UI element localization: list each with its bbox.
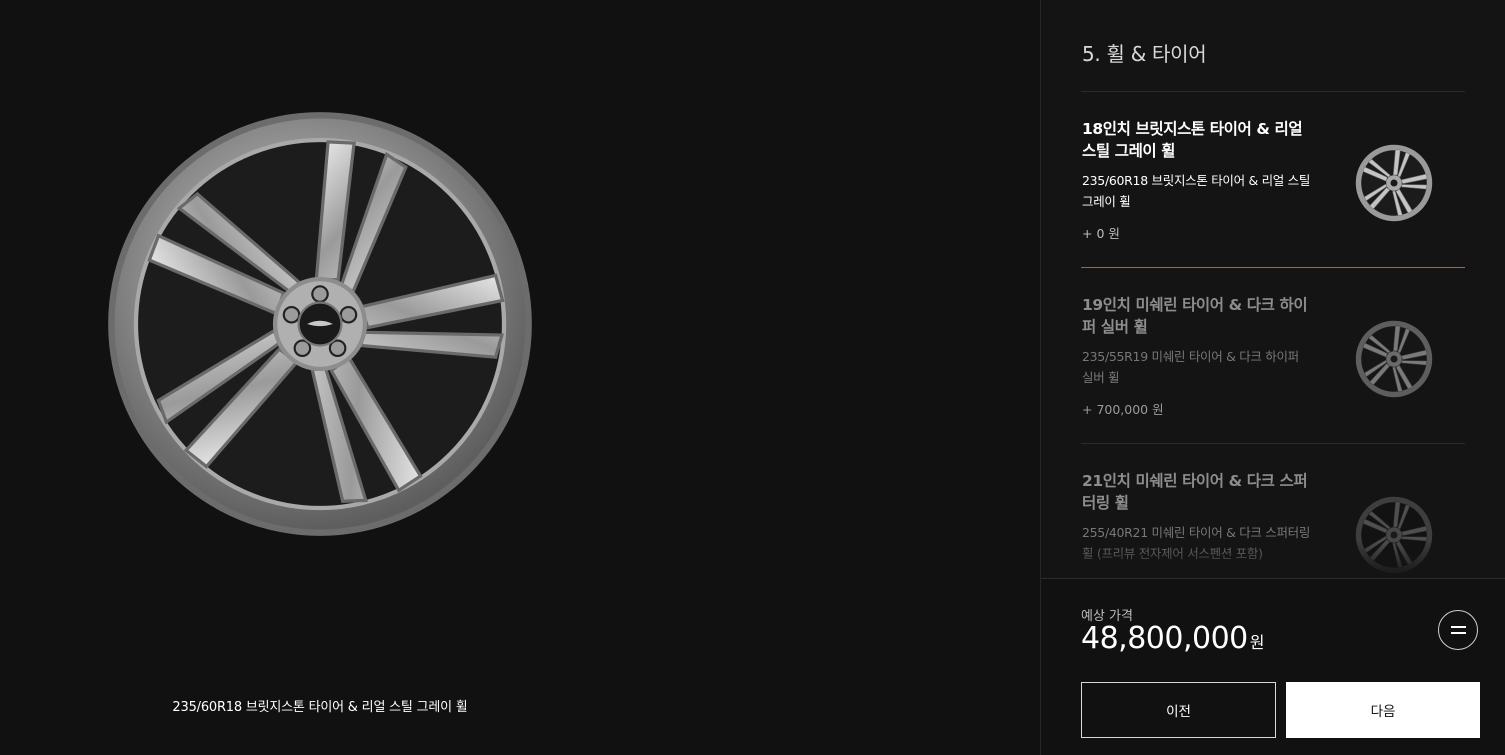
prev-button[interactable]: 이전 <box>1081 682 1276 738</box>
next-button[interactable]: 다음 <box>1286 682 1480 738</box>
estimated-price: 48,800,000 원 <box>1081 621 1265 656</box>
price-summary-bar: 예상 가격 48,800,000 원 이전 다음 <box>1041 578 1505 755</box>
option-title: 19인치 미쉐린 타이어 & 다크 하이퍼 실버 휠 <box>1082 296 1308 336</box>
wheel-option-21-inch[interactable]: 21인치 미쉐린 타이어 & 다크 스퍼터링 휠 255/40R21 미쉐린 타… <box>1081 444 1465 578</box>
summary-menu-button[interactable] <box>1438 610 1478 650</box>
price-unit: 원 <box>1249 633 1265 652</box>
option-title: 18인치 브릿지스톤 타이어 & 리얼 스틸 그레이 휠 <box>1082 120 1303 160</box>
step-title: 5. 휠 & 타이어 <box>1082 42 1207 66</box>
wheel-option-18-inch[interactable]: 18인치 브릿지스톤 타이어 & 리얼 스틸 그레이 휠 235/60R18 브… <box>1081 92 1465 268</box>
wheel-option-list[interactable]: 18인치 브릿지스톤 타이어 & 리얼 스틸 그레이 휠 235/60R18 브… <box>1081 92 1465 578</box>
option-spec: 235/55R19 미쉐린 타이어 & 다크 하이퍼 실버 휠 <box>1082 349 1299 385</box>
options-panel: 5. 휠 & 타이어 18인치 브릿지스톤 타이어 & 리얼 스틸 그레이 휠 … <box>1040 0 1505 755</box>
wheel-preview-image <box>108 112 532 536</box>
wheel-preview-area: 235/60R18 브릿지스톤 타이어 & 리얼 스틸 그레이 휠 <box>0 0 1040 755</box>
option-price: + 700,000 원 <box>1082 402 1164 417</box>
option-spec: 255/40R21 미쉐린 타이어 & 다크 스퍼터링 휠 (프리뷰 전자제어 … <box>1082 525 1311 561</box>
wheel-dark-hyper-silver-icon <box>1355 320 1433 398</box>
option-price: + 0 원 <box>1082 226 1120 241</box>
wheel-dark-sputtering-icon <box>1355 496 1433 574</box>
estimated-price-value: 48,800,000 <box>1081 621 1248 656</box>
wheel-option-19-inch[interactable]: 19인치 미쉐린 타이어 & 다크 하이퍼 실버 휠 235/55R19 미쉐린… <box>1081 268 1465 444</box>
wheel-preview-caption: 235/60R18 브릿지스톤 타이어 & 리얼 스틸 그레이 휠 <box>172 700 468 715</box>
wheel-silver-icon <box>1355 144 1433 222</box>
option-title: 21인치 미쉐린 타이어 & 다크 스퍼터링 휠 <box>1082 472 1308 512</box>
option-spec: 235/60R18 브릿지스톤 타이어 & 리얼 스틸 그레이 휠 <box>1082 173 1311 209</box>
configurator-screen: 235/60R18 브릿지스톤 타이어 & 리얼 스틸 그레이 휠 5. 휠 &… <box>0 0 1505 755</box>
